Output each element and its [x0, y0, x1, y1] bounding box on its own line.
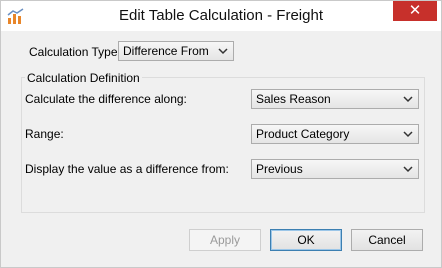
range-select[interactable]: Product Category: [251, 124, 419, 144]
chevron-down-icon: [403, 131, 413, 138]
calculation-type-select[interactable]: Difference From: [118, 41, 234, 61]
calculation-type-label: Calculation Type: [29, 45, 118, 59]
calculation-definition-legend: Calculation Definition: [25, 71, 142, 85]
difference-from-label: Display the value as a difference from:: [25, 162, 229, 176]
dialog-body: Calculation Type Difference From Calcula…: [9, 31, 433, 259]
difference-from-value: Previous: [256, 162, 303, 176]
chevron-down-icon: [403, 96, 413, 103]
window-title: Edit Table Calculation - Freight: [119, 7, 323, 24]
ok-button[interactable]: OK: [270, 229, 342, 251]
close-button[interactable]: ✕: [393, 1, 437, 21]
chevron-down-icon: [403, 166, 413, 173]
calculation-type-value: Difference From: [123, 44, 209, 58]
chevron-down-icon: [218, 48, 228, 55]
dialog-window: Edit Table Calculation - Freight ✕ Calcu…: [0, 0, 442, 268]
apply-button[interactable]: Apply: [189, 229, 261, 251]
cancel-button[interactable]: Cancel: [351, 229, 423, 251]
title-bar: Edit Table Calculation - Freight ✕: [1, 1, 441, 31]
difference-along-select[interactable]: Sales Reason: [251, 89, 419, 109]
range-value: Product Category: [256, 127, 350, 141]
difference-along-label: Calculate the difference along:: [25, 92, 187, 106]
difference-from-select[interactable]: Previous: [251, 159, 419, 179]
difference-along-value: Sales Reason: [256, 92, 331, 106]
range-label: Range:: [25, 127, 64, 141]
